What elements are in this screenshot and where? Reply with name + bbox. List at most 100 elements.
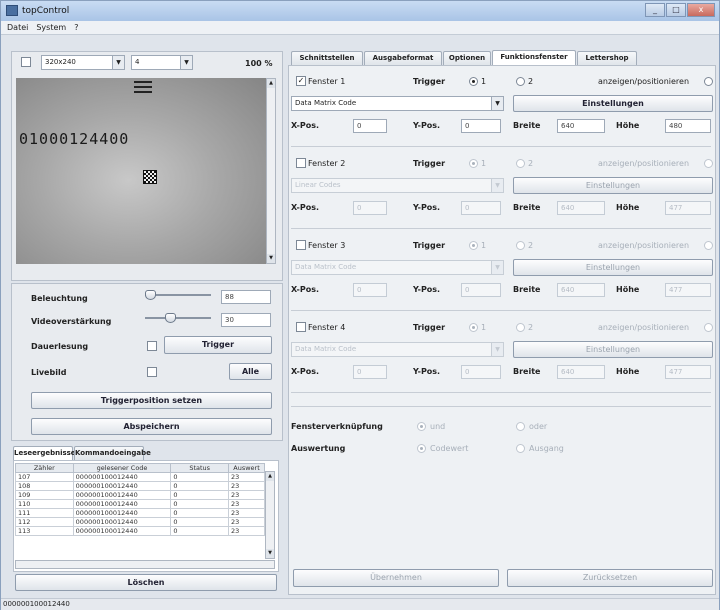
log-vscroll[interactable]: ▲ ▼ [265, 471, 275, 559]
livebild-checkbox[interactable] [147, 367, 157, 377]
einstellungen-button[interactable]: Einstellungen [513, 95, 713, 112]
ypos-input[interactable]: 0 [461, 201, 501, 215]
einstellungen-button[interactable]: Einstellungen [513, 259, 713, 276]
menu-system[interactable]: System [36, 23, 66, 32]
tab-funktionsfenster[interactable]: Funktionsfenster [492, 50, 576, 65]
beleuchtung-input[interactable]: 88 [221, 290, 271, 304]
ausgang-radio[interactable] [516, 444, 525, 453]
code-type-select[interactable]: Data Matrix Code ▼ [291, 96, 504, 111]
resolution-select[interactable]: 320x240 ▼ [41, 55, 125, 70]
triggerposition-button[interactable]: Triggerposition setzen [31, 392, 272, 409]
scroll-down-icon[interactable]: ▼ [266, 549, 274, 558]
slider-thumb[interactable] [145, 290, 156, 300]
chevron-down-icon[interactable]: ▼ [112, 56, 124, 69]
loeschen-button[interactable]: Löschen [15, 574, 277, 591]
anzeigen-radio[interactable] [704, 159, 713, 168]
fenster-checkbox[interactable]: ✓ [296, 76, 306, 86]
ypos-input[interactable]: 0 [461, 119, 501, 133]
trigger-button[interactable]: Trigger [164, 336, 272, 354]
fenster-checkbox[interactable] [296, 240, 306, 250]
fenster-checkbox[interactable] [296, 322, 306, 332]
abspeichern-button[interactable]: Abspeichern [31, 418, 272, 435]
chevron-down-icon[interactable]: ▼ [491, 97, 503, 110]
trigger2-radio[interactable] [516, 241, 525, 250]
tab-kommandoeingabe[interactable]: Kommandoeingabe [74, 446, 151, 460]
hoehe-input[interactable]: 477 [665, 283, 711, 297]
maximize-button[interactable]: □ [666, 3, 686, 17]
chevron-down-icon[interactable]: ▼ [180, 56, 192, 69]
scroll-up-icon[interactable]: ▲ [267, 79, 275, 88]
column-header[interactable]: Zähler [15, 463, 74, 473]
camera-image[interactable]: 01000124400 [16, 78, 266, 264]
code-type-select[interactable]: Data Matrix Code ▼ [291, 260, 504, 275]
table-row[interactable]: 110 000000100012440 0 23 [15, 499, 265, 509]
anzeigen-radio[interactable] [704, 241, 713, 250]
tab-lettershop[interactable]: Lettershop [577, 51, 637, 65]
image-vscroll[interactable]: ▲ ▼ [266, 78, 276, 264]
minimize-button[interactable]: _ [645, 3, 665, 17]
breite-input[interactable]: 640 [557, 201, 605, 215]
toolbar-checkbox[interactable] [21, 57, 31, 67]
tab-leseergebnisse[interactable]: Leseergebnisse [13, 446, 76, 461]
xpos-input[interactable]: 0 [353, 283, 387, 297]
video-input[interactable]: 30 [221, 313, 271, 327]
trigger1-radio[interactable] [469, 323, 478, 332]
trigger2-radio[interactable] [516, 159, 525, 168]
oder-radio[interactable] [516, 422, 525, 431]
table-row[interactable]: 111 000000100012440 0 23 [15, 508, 265, 518]
uebernehmen-button[interactable]: Übernehmen [293, 569, 499, 587]
chevron-down-icon[interactable]: ▼ [491, 179, 503, 192]
column-header[interactable]: Status [170, 463, 230, 473]
beleuchtung-slider[interactable] [145, 290, 213, 300]
title-bar[interactable]: topControl _ □ x [1, 1, 719, 21]
trigger2-radio[interactable] [516, 77, 525, 86]
video-slider[interactable] [145, 313, 213, 323]
hoehe-input[interactable]: 477 [665, 201, 711, 215]
menu-help[interactable]: ? [74, 23, 78, 32]
log-hscroll[interactable] [15, 560, 275, 569]
xpos-input[interactable]: 0 [353, 119, 387, 133]
code-type-select[interactable]: Data Matrix Code ▼ [291, 342, 504, 357]
trigger1-radio[interactable] [469, 77, 478, 86]
code-type-select[interactable]: Linear Codes ▼ [291, 178, 504, 193]
anzeigen-radio[interactable] [704, 77, 713, 86]
slider-thumb[interactable] [164, 313, 176, 323]
alle-button[interactable]: Alle [229, 363, 272, 380]
close-button[interactable]: x [687, 3, 715, 17]
und-radio[interactable] [417, 422, 426, 431]
codewert-radio[interactable] [417, 444, 426, 453]
scroll-up-icon[interactable]: ▲ [266, 472, 274, 481]
table-row[interactable]: 109 000000100012440 0 23 [15, 490, 265, 500]
xpos-input[interactable]: 0 [353, 201, 387, 215]
ypos-input[interactable]: 0 [461, 365, 501, 379]
column-header[interactable]: Auswert [228, 463, 265, 473]
mode-select[interactable]: 4 ▼ [131, 55, 193, 70]
table-row[interactable]: 107 000000100012440 0 23 [15, 472, 265, 482]
dauerlesung-checkbox[interactable] [147, 341, 157, 351]
trigger1-radio[interactable] [469, 159, 478, 168]
einstellungen-button[interactable]: Einstellungen [513, 177, 713, 194]
ypos-input[interactable]: 0 [461, 283, 501, 297]
tab-optionen[interactable]: Optionen [443, 51, 491, 65]
table-row[interactable]: 113 000000100012440 0 23 [15, 526, 265, 536]
chevron-down-icon[interactable]: ▼ [491, 261, 503, 274]
tab-schnittstellen[interactable]: Schnittstellen [291, 51, 363, 65]
table-row[interactable]: 108 000000100012440 0 23 [15, 481, 265, 491]
menu-datei[interactable]: Datei [7, 23, 28, 32]
anzeigen-radio[interactable] [704, 323, 713, 332]
breite-input[interactable]: 640 [557, 365, 605, 379]
breite-input[interactable]: 640 [557, 119, 605, 133]
column-header[interactable]: gelesener Code [72, 463, 172, 473]
hoehe-input[interactable]: 480 [665, 119, 711, 133]
tab-ausgabeformat[interactable]: Ausgabeformat [364, 51, 442, 65]
xpos-input[interactable]: 0 [353, 365, 387, 379]
chevron-down-icon[interactable]: ▼ [491, 343, 503, 356]
breite-input[interactable]: 640 [557, 283, 605, 297]
trigger2-radio[interactable] [516, 323, 525, 332]
hoehe-input[interactable]: 477 [665, 365, 711, 379]
trigger1-radio[interactable] [469, 241, 478, 250]
scroll-down-icon[interactable]: ▼ [267, 254, 275, 263]
einstellungen-button[interactable]: Einstellungen [513, 341, 713, 358]
fenster-checkbox[interactable] [296, 158, 306, 168]
table-row[interactable]: 112 000000100012440 0 23 [15, 517, 265, 527]
